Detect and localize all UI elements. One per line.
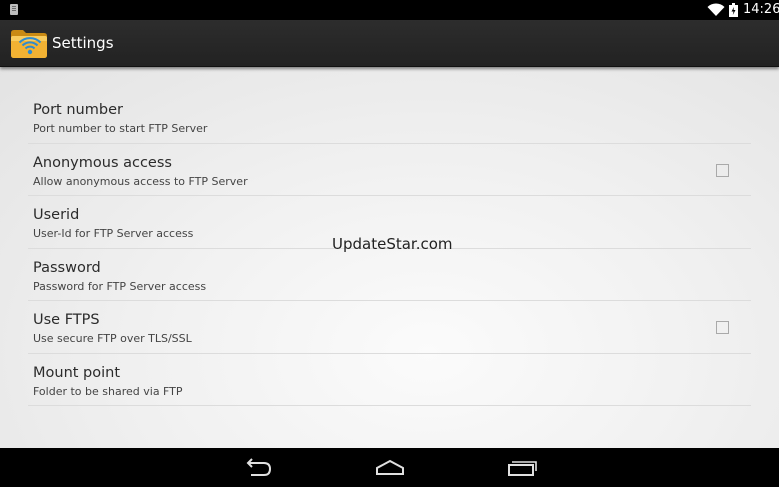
pref-title: Use FTPS [33, 312, 100, 328]
pref-title: Anonymous access [33, 154, 172, 171]
pref-port-number[interactable]: Port number Port number to start FTP Ser… [28, 91, 751, 144]
pref-title: Userid [33, 207, 80, 223]
pref-title: Mount point [33, 364, 121, 381]
pref-summary: Folder to be shared via FTP [33, 384, 183, 398]
back-icon[interactable] [243, 457, 273, 477]
notification-icon [10, 4, 18, 15]
use-ftps-checkbox[interactable] [716, 321, 729, 334]
clock: 14:26 [743, 2, 779, 17]
home-icon[interactable] [375, 457, 405, 477]
pref-anonymous-access[interactable]: Anonymous access Allow anonymous access … [28, 144, 751, 196]
action-bar: Settings [0, 20, 779, 67]
recent-apps-icon[interactable] [507, 457, 537, 477]
folder-wifi-icon[interactable] [10, 27, 48, 59]
pref-title: Port number [33, 102, 123, 118]
anonymous-access-checkbox[interactable] [716, 163, 729, 177]
pref-summary: Password for FTP Server access [33, 279, 207, 293]
settings-content: Port number Port number to start FTP Ser… [0, 66, 779, 448]
pref-mount-point[interactable]: Mount point Folder to be shared via FTP [28, 354, 751, 406]
pref-use-ftps[interactable]: Use FTPS Use secure FTP over TLS/SSL [28, 301, 751, 354]
battery-icon [729, 3, 738, 17]
watermark: UpdateStar.com [332, 235, 453, 253]
pref-summary: Port number to start FTP Server [33, 122, 208, 135]
screen: 14:26 Settings Port number Port number t… [0, 0, 779, 487]
page-title: Settings [52, 34, 114, 52]
pref-summary: User-Id for FTP Server access [33, 227, 194, 240]
navigation-bar [0, 448, 779, 487]
pref-summary: Use secure FTP over TLS/SSL [33, 332, 192, 345]
wifi-icon [707, 3, 725, 16]
status-bar: 14:26 [0, 0, 779, 20]
pref-password[interactable]: Password Password for FTP Server access [28, 249, 751, 301]
pref-summary: Allow anonymous access to FTP Server [33, 174, 248, 188]
pref-title: Password [33, 259, 101, 276]
